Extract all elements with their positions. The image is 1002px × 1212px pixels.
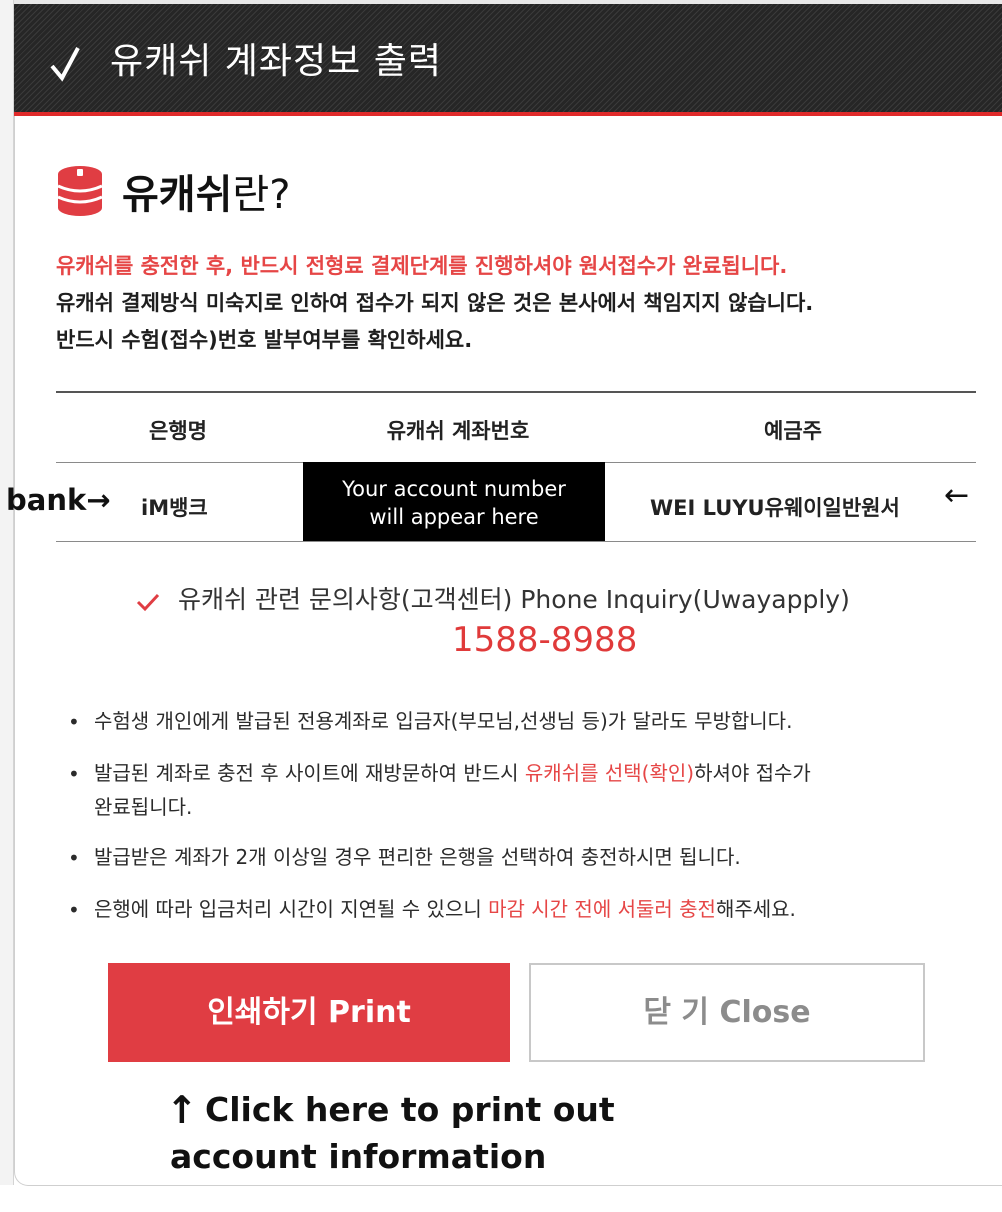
table-bottom-border: [56, 541, 976, 542]
bullet-4-highlight: 마감 시간 전에 서둘러 충전: [488, 897, 716, 921]
coin-stack-icon: [57, 166, 103, 216]
red-check-icon: [136, 593, 160, 612]
close-button[interactable]: 닫 기 Close: [529, 963, 925, 1062]
bullet-marker: •: [68, 846, 80, 870]
heading-bold: 유캐쉬: [122, 172, 233, 218]
table-header-holder: 예금주: [764, 419, 822, 443]
print-hint-line1: Click here to print out: [205, 1090, 615, 1129]
table-header-bank: 은행명: [149, 419, 207, 443]
account-placeholder-line1: Your account number: [342, 477, 566, 501]
bank-annotation: bank→: [6, 483, 111, 517]
bullet-marker: •: [68, 762, 80, 786]
bullet-item-3: 발급받은 계좌가 2개 이상일 경우 편리한 은행을 선택하여 충전하시면 됩니…: [94, 845, 741, 869]
bullet-item-2: 발급된 계좌로 충전 후 사이트에 재방문하여 반드시 유캐쉬를 선택(확인)하…: [94, 757, 811, 790]
section-heading: 유캐쉬란?: [122, 162, 290, 220]
titlebar-accent-line: [14, 112, 1002, 116]
up-arrow-icon: ↑: [166, 1088, 198, 1132]
bullet-4-text-end: 해주세요.: [715, 897, 796, 921]
heading-rest: 란?: [232, 172, 291, 218]
table-top-border: [56, 391, 976, 393]
notice-warning: 유캐쉬를 충전한 후, 반드시 전형료 결제단계를 진행하셔야 원서접수가 완료…: [56, 254, 788, 278]
bullet-2-text: 발급된 계좌로 충전 후 사이트에 재방문하여 반드시: [94, 761, 525, 785]
account-number-placeholder: Your account number will appear here: [303, 462, 605, 542]
left-arrow-icon: ←: [944, 478, 970, 513]
print-hint-line2: account information: [170, 1137, 547, 1176]
notice-confirm: 반드시 수험(접수)번호 발부여부를 확인하세요.: [56, 328, 473, 352]
bullet-item-4: 은행에 따라 입금처리 시간이 지연될 수 있으니 마감 시간 전에 서둘러 충…: [94, 893, 796, 926]
bullet-marker: •: [68, 710, 80, 734]
bullet-2-text-end: 하셔야 접수가: [694, 761, 811, 785]
bullet-2-highlight: 유캐쉬를 선택(확인): [524, 761, 695, 785]
check-icon: [50, 47, 80, 82]
bullet-4-text: 은행에 따라 입금처리 시간이 지연될 수 있으니: [94, 897, 489, 921]
table-header-account: 유캐쉬 계좌번호: [386, 419, 530, 443]
bank-name: iM뱅크: [141, 496, 208, 520]
background-window-edge: [0, 0, 14, 1185]
notice-liability: 유캐쉬 결제방식 미숙지로 인하여 접수가 되지 않은 것은 본사에서 책임지지…: [56, 291, 814, 315]
bullet-marker: •: [68, 898, 80, 922]
screenshot-frame: 유캐쉬 계좌정보 출력 유캐쉬란? 유캐쉬를 충전한 후, 반드시 전형료 결제…: [0, 0, 1002, 1212]
inquiry-label: 유캐쉬 관련 문의사항(고객센터) Phone Inquiry(Uwayappl…: [178, 585, 850, 614]
account-placeholder-line2: will appear here: [369, 505, 539, 529]
phone-number: 1588-8988: [452, 620, 638, 660]
bullet-item-2-line2: 완료됩니다.: [94, 795, 193, 819]
print-button[interactable]: 인쇄하기 Print: [108, 963, 510, 1062]
account-holder: WEI LUYU유웨이일반원서: [650, 496, 900, 520]
dialog-title: 유캐쉬 계좌정보 출력: [110, 41, 442, 82]
bullet-item-1: 수험생 개인에게 발급된 전용계좌로 입금자(부모님,선생님 등)가 달라도 무…: [94, 709, 793, 733]
